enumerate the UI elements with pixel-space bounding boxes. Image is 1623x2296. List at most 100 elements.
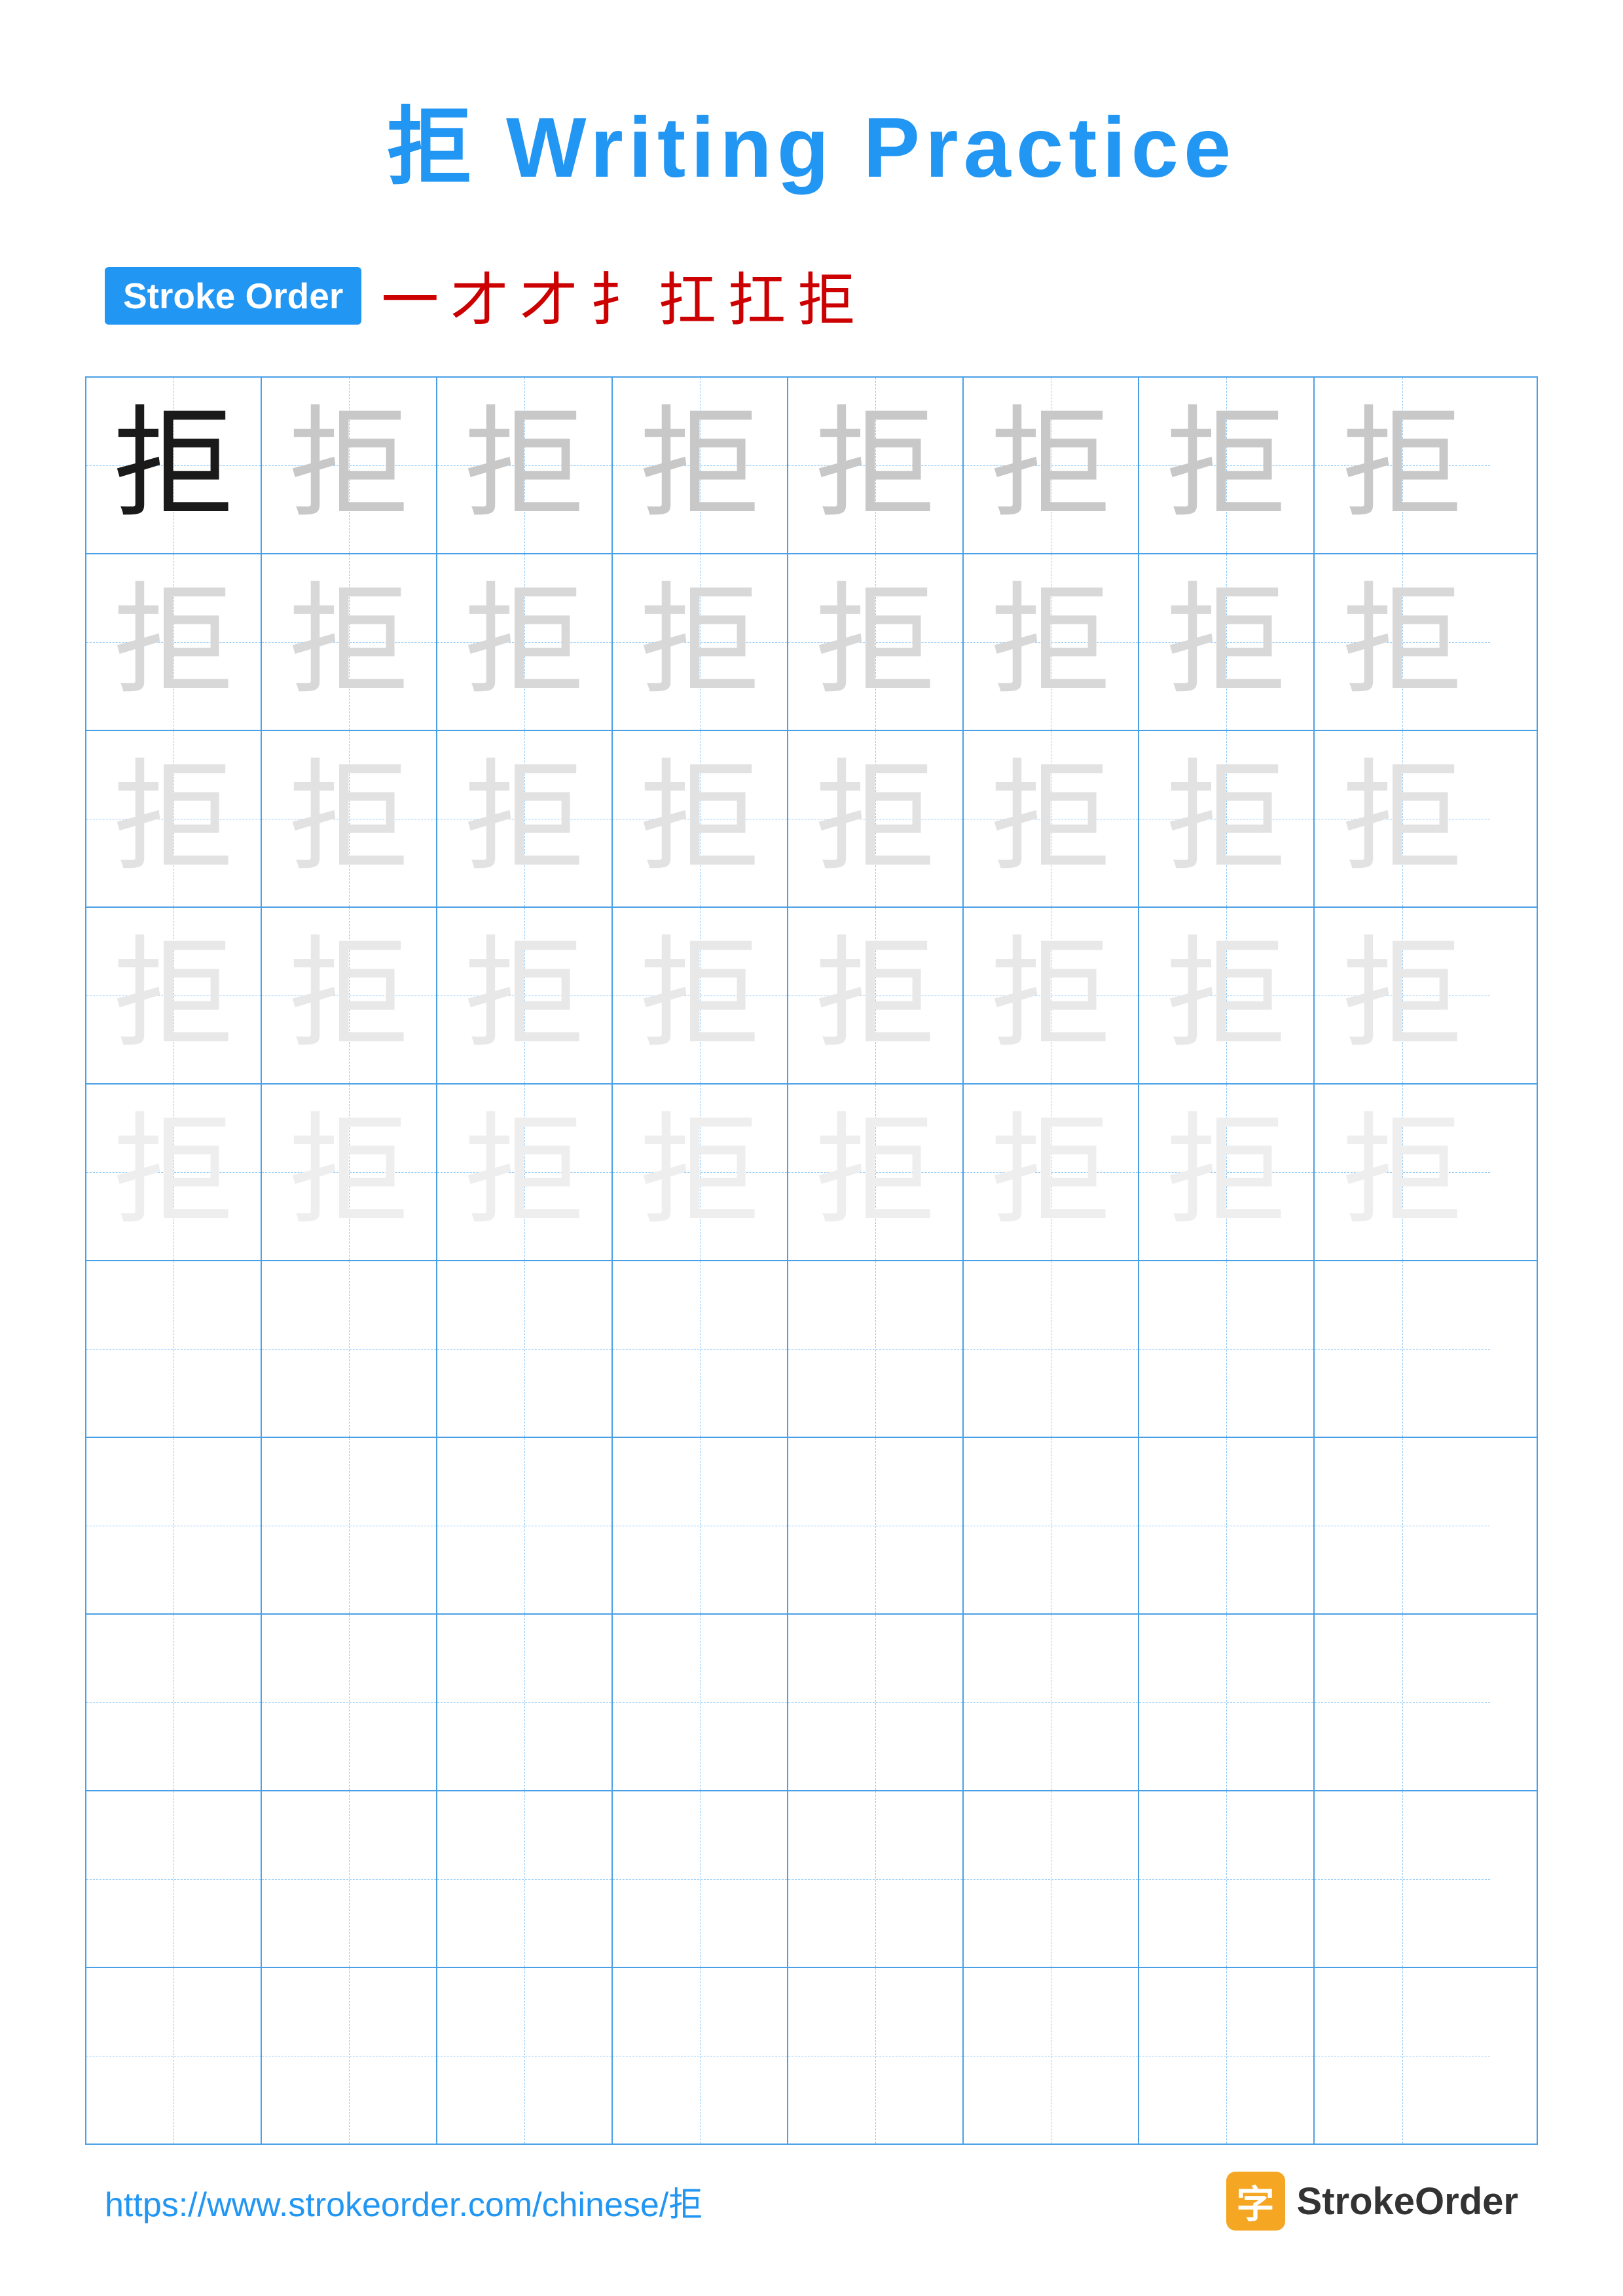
grid-cell[interactable] (788, 1261, 964, 1437)
grid-cell[interactable]: 拒 (964, 378, 1139, 553)
grid-cell[interactable]: 拒 (86, 731, 262, 906)
grid-cell[interactable]: 拒 (86, 908, 262, 1083)
practice-char: 拒 (815, 1112, 936, 1233)
grid-cell[interactable] (262, 1438, 437, 1613)
grid-cell[interactable]: 拒 (262, 1085, 437, 1260)
grid-cell[interactable] (1315, 1968, 1490, 2144)
grid-cell[interactable]: 拒 (1315, 908, 1490, 1083)
practice-char: 拒 (113, 759, 234, 880)
grid-cell[interactable] (613, 1261, 788, 1437)
grid-cell[interactable]: 拒 (86, 378, 262, 553)
grid-cell[interactable]: 拒 (613, 1085, 788, 1260)
grid-cell[interactable]: 拒 (262, 378, 437, 553)
grid-cell[interactable] (1315, 1791, 1490, 1967)
grid-cell[interactable]: 拒 (613, 731, 788, 906)
grid-cell[interactable]: 拒 (788, 554, 964, 730)
grid-cell[interactable] (1139, 1615, 1315, 1790)
grid-cell[interactable] (437, 1791, 613, 1967)
grid-cell[interactable] (262, 1968, 437, 2144)
grid-cell[interactable] (1315, 1615, 1490, 1790)
grid-cell[interactable]: 拒 (1315, 378, 1490, 553)
grid-cell[interactable] (86, 1438, 262, 1613)
grid-cell[interactable] (613, 1438, 788, 1613)
grid-cell[interactable]: 拒 (437, 554, 613, 730)
grid-cell[interactable]: 拒 (437, 908, 613, 1083)
grid-cell[interactable]: 拒 (262, 908, 437, 1083)
grid-cell[interactable] (1139, 1791, 1315, 1967)
grid-cell[interactable] (964, 1968, 1139, 2144)
grid-cell[interactable]: 拒 (437, 1085, 613, 1260)
stroke-sequence: 一 才 才 扌 扛 扛 拒 (381, 254, 855, 337)
grid-row-7 (86, 1438, 1537, 1615)
grid-cell[interactable]: 拒 (1139, 554, 1315, 730)
grid-cell[interactable]: 拒 (1139, 1085, 1315, 1260)
grid-cell[interactable] (788, 1791, 964, 1967)
practice-char: 拒 (1342, 759, 1463, 880)
grid-cell[interactable] (437, 1261, 613, 1437)
practice-char: 拒 (464, 759, 585, 880)
grid-cell[interactable]: 拒 (437, 378, 613, 553)
grid-cell[interactable] (86, 1791, 262, 1967)
grid-cell[interactable]: 拒 (1315, 1085, 1490, 1260)
grid-cell[interactable] (788, 1615, 964, 1790)
brand-name: StrokeOrder (1297, 2179, 1518, 2223)
grid-cell[interactable] (437, 1968, 613, 2144)
grid-cell[interactable] (613, 1968, 788, 2144)
grid-cell[interactable] (964, 1438, 1139, 1613)
grid-cell[interactable]: 拒 (613, 378, 788, 553)
grid-cell[interactable] (964, 1615, 1139, 1790)
grid-cell[interactable] (1315, 1261, 1490, 1437)
grid-cell[interactable]: 拒 (964, 554, 1139, 730)
grid-cell[interactable] (1139, 1968, 1315, 2144)
grid-cell[interactable]: 拒 (1315, 731, 1490, 906)
grid-cell[interactable]: 拒 (964, 1085, 1139, 1260)
stroke-order-badge: Stroke Order (105, 267, 361, 325)
grid-cell[interactable]: 拒 (1315, 554, 1490, 730)
grid-cell[interactable]: 拒 (788, 378, 964, 553)
grid-cell[interactable]: 拒 (262, 554, 437, 730)
grid-cell[interactable]: 拒 (613, 554, 788, 730)
grid-cell[interactable] (86, 1615, 262, 1790)
grid-cell[interactable]: 拒 (86, 1085, 262, 1260)
grid-cell[interactable]: 拒 (788, 1085, 964, 1260)
grid-cell[interactable]: 拒 (1139, 378, 1315, 553)
footer: https://www.strokeorder.com/chinese/拒 字 … (0, 2172, 1623, 2231)
grid-cell[interactable] (262, 1261, 437, 1437)
grid-cell[interactable]: 拒 (437, 731, 613, 906)
practice-char: 拒 (640, 759, 761, 880)
grid-cell[interactable] (964, 1791, 1139, 1967)
grid-cell[interactable] (1139, 1261, 1315, 1437)
grid-cell[interactable] (437, 1615, 613, 1790)
grid-cell[interactable] (262, 1615, 437, 1790)
practice-char: 拒 (289, 1112, 410, 1233)
grid-cell[interactable] (788, 1438, 964, 1613)
grid-cell[interactable] (262, 1791, 437, 1967)
grid-cell[interactable]: 拒 (788, 908, 964, 1083)
grid-cell[interactable]: 拒 (613, 908, 788, 1083)
grid-cell[interactable] (1315, 1438, 1490, 1613)
grid-cell[interactable]: 拒 (1139, 908, 1315, 1083)
grid-cell[interactable] (788, 1968, 964, 2144)
grid-cell[interactable]: 拒 (1139, 731, 1315, 906)
footer-url[interactable]: https://www.strokeorder.com/chinese/拒 (105, 2177, 702, 2226)
grid-cell[interactable] (964, 1261, 1139, 1437)
grid-cell[interactable] (86, 1968, 262, 2144)
grid-row-2: 拒 拒 拒 拒 拒 拒 拒 拒 (86, 554, 1537, 731)
practice-char: 拒 (815, 759, 936, 880)
grid-cell[interactable]: 拒 (964, 908, 1139, 1083)
practice-char: 拒 (640, 405, 761, 526)
grid-cell[interactable] (1139, 1438, 1315, 1613)
grid-cell[interactable]: 拒 (262, 731, 437, 906)
grid-cell[interactable]: 拒 (964, 731, 1139, 906)
grid-cell[interactable] (613, 1791, 788, 1967)
practice-char: 拒 (991, 405, 1112, 526)
grid-cell[interactable]: 拒 (788, 731, 964, 906)
grid-cell[interactable] (86, 1261, 262, 1437)
practice-char: 拒 (289, 405, 410, 526)
grid-cell[interactable] (437, 1438, 613, 1613)
practice-char: 拒 (113, 582, 234, 703)
stroke-6: 扛 (728, 254, 786, 337)
practice-char: 拒 (464, 935, 585, 1056)
grid-cell[interactable] (613, 1615, 788, 1790)
grid-cell[interactable]: 拒 (86, 554, 262, 730)
